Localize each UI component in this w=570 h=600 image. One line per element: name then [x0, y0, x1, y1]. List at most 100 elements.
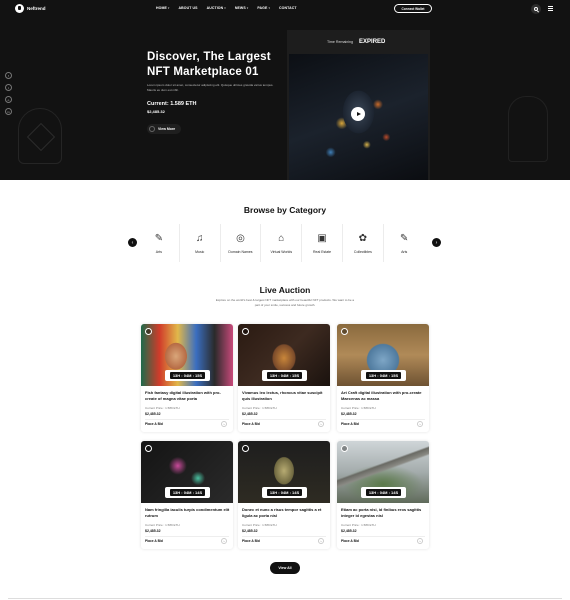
auction-card[interactable]: 13H : 04M : 15S Fish fantasy digital illu…: [141, 324, 233, 432]
view-more-button[interactable]: View More: [147, 124, 182, 134]
category-item-virtual-worlds[interactable]: ⌂ Virtual Worlds: [261, 224, 303, 262]
nav-item-page[interactable]: PAGE ▾: [257, 6, 270, 10]
divider: [341, 419, 425, 420]
arrow-right-icon[interactable]: ›: [417, 421, 423, 427]
category-icon: ◎: [236, 233, 245, 244]
card-current-price: Current Price : 1.589 ETH: [242, 406, 277, 410]
linkedin-icon[interactable]: in: [5, 108, 12, 115]
card-current-price: Current Price : 1.589 ETH: [341, 523, 376, 527]
category-next-button[interactable]: ›: [432, 238, 441, 247]
category-item-collectibles[interactable]: ✿ Collectibles: [343, 224, 384, 262]
countdown-timer: 13H : 04M : 14S: [165, 487, 210, 498]
category-item-music[interactable]: ♫ Music: [180, 224, 221, 262]
nav-item-label: AUCTION: [206, 6, 224, 10]
place-bid-button[interactable]: Place A Bid: [341, 539, 359, 543]
category-icon: ✎: [399, 233, 409, 244]
auction-card[interactable]: 13H : 04M : 15S Vivamus leo lectus, rhonc…: [238, 324, 330, 432]
decorative-badge-right: [508, 96, 548, 162]
nav-item-home[interactable]: HOME ▾: [156, 6, 170, 10]
category-item-domain-names[interactable]: ◎ Domain Names: [221, 224, 262, 262]
arrow-right-icon[interactable]: ›: [221, 421, 227, 427]
nft-image[interactable]: 13H : 04M : 14S: [337, 441, 429, 503]
card-title[interactable]: Etiam ac porta nisi, id finibus eros sag…: [341, 507, 427, 518]
arrow-right-icon[interactable]: ›: [318, 421, 324, 427]
auction-card[interactable]: 13H : 04M : 14S Etiam ac porta nisi, id f…: [337, 441, 429, 549]
play-video-button[interactable]: [351, 107, 365, 121]
view-all-button[interactable]: View All: [270, 562, 300, 574]
creator-avatar[interactable]: [341, 328, 348, 335]
divider: [145, 419, 229, 420]
nav-item-label: ABOUT US: [178, 6, 198, 10]
nft-image[interactable]: 13H : 04M : 15S: [238, 324, 330, 386]
place-bid-button[interactable]: Place A Bid: [341, 422, 359, 426]
nav-item-contact[interactable]: CONTACT: [279, 6, 297, 10]
card-title[interactable]: Vivamus leo lectus, rhoncus vitae suscip…: [242, 390, 328, 401]
nft-image[interactable]: 13H : 04M : 15S: [141, 324, 233, 386]
countdown-timer: 13H : 04M : 15S: [262, 370, 307, 381]
creator-avatar[interactable]: [341, 445, 348, 452]
creator-avatar[interactable]: [145, 328, 152, 335]
countdown-text: 13H : 04M : 15S: [169, 372, 206, 379]
category-icon: ✎: [154, 233, 164, 244]
auction-status: EXPIRED: [359, 39, 386, 45]
category-item-arts[interactable]: ✎ Arts: [384, 224, 425, 262]
creator-avatar[interactable]: [145, 445, 152, 452]
card-usd-price: $2,485.32: [145, 529, 161, 533]
place-bid-button[interactable]: Place A Bid: [145, 539, 163, 543]
category-item-arts[interactable]: ✎ Arts: [139, 224, 180, 262]
place-bid-button[interactable]: Place A Bid: [242, 539, 260, 543]
category-prev-button[interactable]: ‹: [128, 238, 137, 247]
nav-item-label: HOME: [156, 6, 167, 10]
auction-card[interactable]: 13H : 04M : 15S Art Craft digital illustr…: [337, 324, 429, 432]
logo-icon: [15, 4, 24, 13]
place-bid-button[interactable]: Place A Bid: [145, 422, 163, 426]
instagram-icon[interactable]: o: [5, 96, 12, 103]
logo-text: Neftrend: [27, 6, 46, 11]
category-label: Arts: [155, 250, 163, 254]
nav-item-auction[interactable]: AUCTION ▾: [207, 6, 226, 10]
creator-avatar[interactable]: [242, 445, 249, 452]
twitter-icon[interactable]: t: [5, 84, 12, 91]
card-current-price: Current Price : 1.589 ETH: [242, 523, 277, 527]
category-icon: ⌂: [278, 233, 285, 244]
card-usd-price: $2,485.32: [242, 529, 258, 533]
arrow-right-icon[interactable]: ›: [221, 538, 227, 544]
menu-icon[interactable]: [548, 6, 553, 11]
nav-item-about-us[interactable]: ABOUT US: [179, 6, 198, 10]
search-button[interactable]: [531, 4, 541, 14]
auction-description: Explore on the world's best & largest NF…: [215, 298, 355, 307]
category-item-real-estate[interactable]: ▣ Real Estate: [302, 224, 343, 262]
decorative-badge-left: [18, 108, 62, 164]
connect-wallet-button[interactable]: Connect Wallet: [394, 4, 432, 13]
category-label: Real Estate: [313, 250, 332, 254]
countdown-text: 13H : 04M : 14S: [365, 489, 402, 496]
category-label: Domain Names: [228, 250, 253, 254]
nft-image[interactable]: 13H : 04M : 14S: [141, 441, 233, 503]
countdown-text: 13H : 04M : 14S: [266, 489, 303, 496]
place-bid-button[interactable]: Place A Bid: [242, 422, 260, 426]
divider: [341, 536, 425, 537]
creator-avatar[interactable]: [242, 328, 249, 335]
nav-item-label: PAGE: [257, 6, 268, 10]
nft-image[interactable]: 13H : 04M : 15S: [337, 324, 429, 386]
card-usd-price: $2,485.32: [341, 529, 357, 533]
arrow-right-icon[interactable]: ›: [417, 538, 423, 544]
nav-item-news[interactable]: NEWS ▾: [235, 6, 249, 10]
nft-image[interactable]: 13H : 04M : 14S: [238, 441, 330, 503]
auction-card[interactable]: 13H : 04M : 14S Nam fringilla iaculis tur…: [141, 441, 233, 549]
divider: [8, 598, 562, 599]
auction-card[interactable]: 13H : 04M : 14S Donec et nunc a risus tem…: [238, 441, 330, 549]
card-title[interactable]: Art Craft digital illustration with pro-…: [341, 390, 427, 401]
logo[interactable]: Neftrend: [15, 4, 46, 13]
card-title[interactable]: Fish fantasy digital illustration with p…: [145, 390, 231, 401]
countdown-text: 13H : 04M : 15S: [266, 372, 303, 379]
card-title[interactable]: Nam fringilla iaculis turpis condimentum…: [145, 507, 231, 518]
chevron-down-icon: ▾: [224, 6, 226, 10]
facebook-icon[interactable]: f: [5, 72, 12, 79]
card-title[interactable]: Donec et nunc a risus tempor sagittis a …: [242, 507, 328, 518]
play-icon: [356, 112, 361, 116]
category-section-title: Browse by Category: [243, 205, 327, 215]
category-icon: ▣: [317, 233, 327, 244]
arrow-right-icon[interactable]: ›: [318, 538, 324, 544]
divider: [242, 419, 326, 420]
